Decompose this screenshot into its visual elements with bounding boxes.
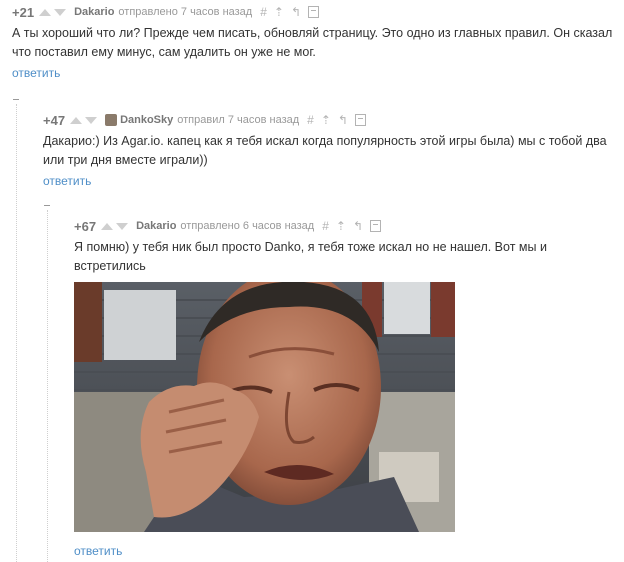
comment-tools: # ⇡ ↰ — [322, 219, 382, 233]
thread-line — [16, 104, 17, 562]
scroll-up-icon[interactable]: ⇡ — [274, 5, 284, 19]
arrow-up-icon[interactable] — [39, 8, 52, 16]
collapse-icon[interactable] — [43, 202, 51, 210]
scroll-up-icon[interactable]: ⇡ — [321, 113, 331, 127]
parent-icon[interactable]: ↰ — [338, 113, 348, 127]
comment: +21 Dakario отправлено 7 часов назад # ⇡… — [12, 0, 617, 81]
rating: +67 — [74, 218, 97, 234]
reply-link[interactable]: ответить — [12, 66, 617, 80]
comment-text: Дакарио:) Из Agar.io. капец как я тебя и… — [43, 134, 607, 167]
reply-link[interactable]: ответить — [74, 544, 617, 558]
comment-text: Я помню) у тебя ник был просто Danko, я … — [74, 240, 547, 273]
comment-date: отправлено 6 часов назад — [180, 220, 315, 232]
comment-tools: # ⇡ ↰ — [307, 113, 366, 127]
comment-header: +67 Dakario отправлено 6 часов назад # ⇡… — [74, 214, 617, 238]
comment-tools: # ⇡ ↰ — [260, 5, 320, 19]
hash-icon[interactable]: # — [307, 113, 314, 127]
save-icon[interactable] — [354, 114, 366, 126]
scroll-up-icon[interactable]: ⇡ — [336, 219, 346, 233]
reply-link[interactable]: ответить — [43, 174, 617, 188]
author-link[interactable]: Dakario — [136, 220, 176, 232]
thread-line — [47, 210, 48, 562]
hash-icon[interactable]: # — [260, 5, 267, 19]
comment-header: +47 DankoSky отправил 7 часов назад # ⇡ … — [43, 108, 617, 132]
arrow-down-icon[interactable] — [116, 222, 129, 230]
parent-icon[interactable]: ↰ — [291, 5, 301, 19]
comment-date: отправил 7 часов назад — [177, 114, 300, 126]
save-icon[interactable] — [308, 6, 320, 18]
save-icon[interactable] — [370, 220, 382, 232]
comment-text: А ты хороший что ли? Прежде чем писать, … — [12, 26, 613, 59]
avatar-icon[interactable] — [105, 114, 118, 126]
comment: +67 Dakario отправлено 6 часов назад # ⇡… — [74, 214, 617, 558]
rating: +21 — [12, 4, 35, 20]
collapse-icon[interactable] — [12, 96, 20, 104]
rating: +47 — [43, 112, 66, 128]
arrow-down-icon[interactable] — [54, 8, 67, 16]
arrow-up-icon[interactable] — [101, 222, 114, 230]
comment-date: отправлено 7 часов назад — [118, 6, 253, 18]
author-link[interactable]: DankoSky — [120, 114, 173, 126]
comment: +47 DankoSky отправил 7 часов назад # ⇡ … — [43, 108, 617, 189]
parent-icon[interactable]: ↰ — [353, 219, 363, 233]
arrow-down-icon[interactable] — [85, 116, 98, 124]
author-link[interactable]: Dakario — [74, 6, 114, 18]
comment-header: +21 Dakario отправлено 7 часов назад # ⇡… — [12, 0, 617, 24]
comment-image[interactable] — [74, 282, 455, 532]
arrow-up-icon[interactable] — [70, 116, 83, 124]
hash-icon[interactable]: # — [322, 219, 329, 233]
